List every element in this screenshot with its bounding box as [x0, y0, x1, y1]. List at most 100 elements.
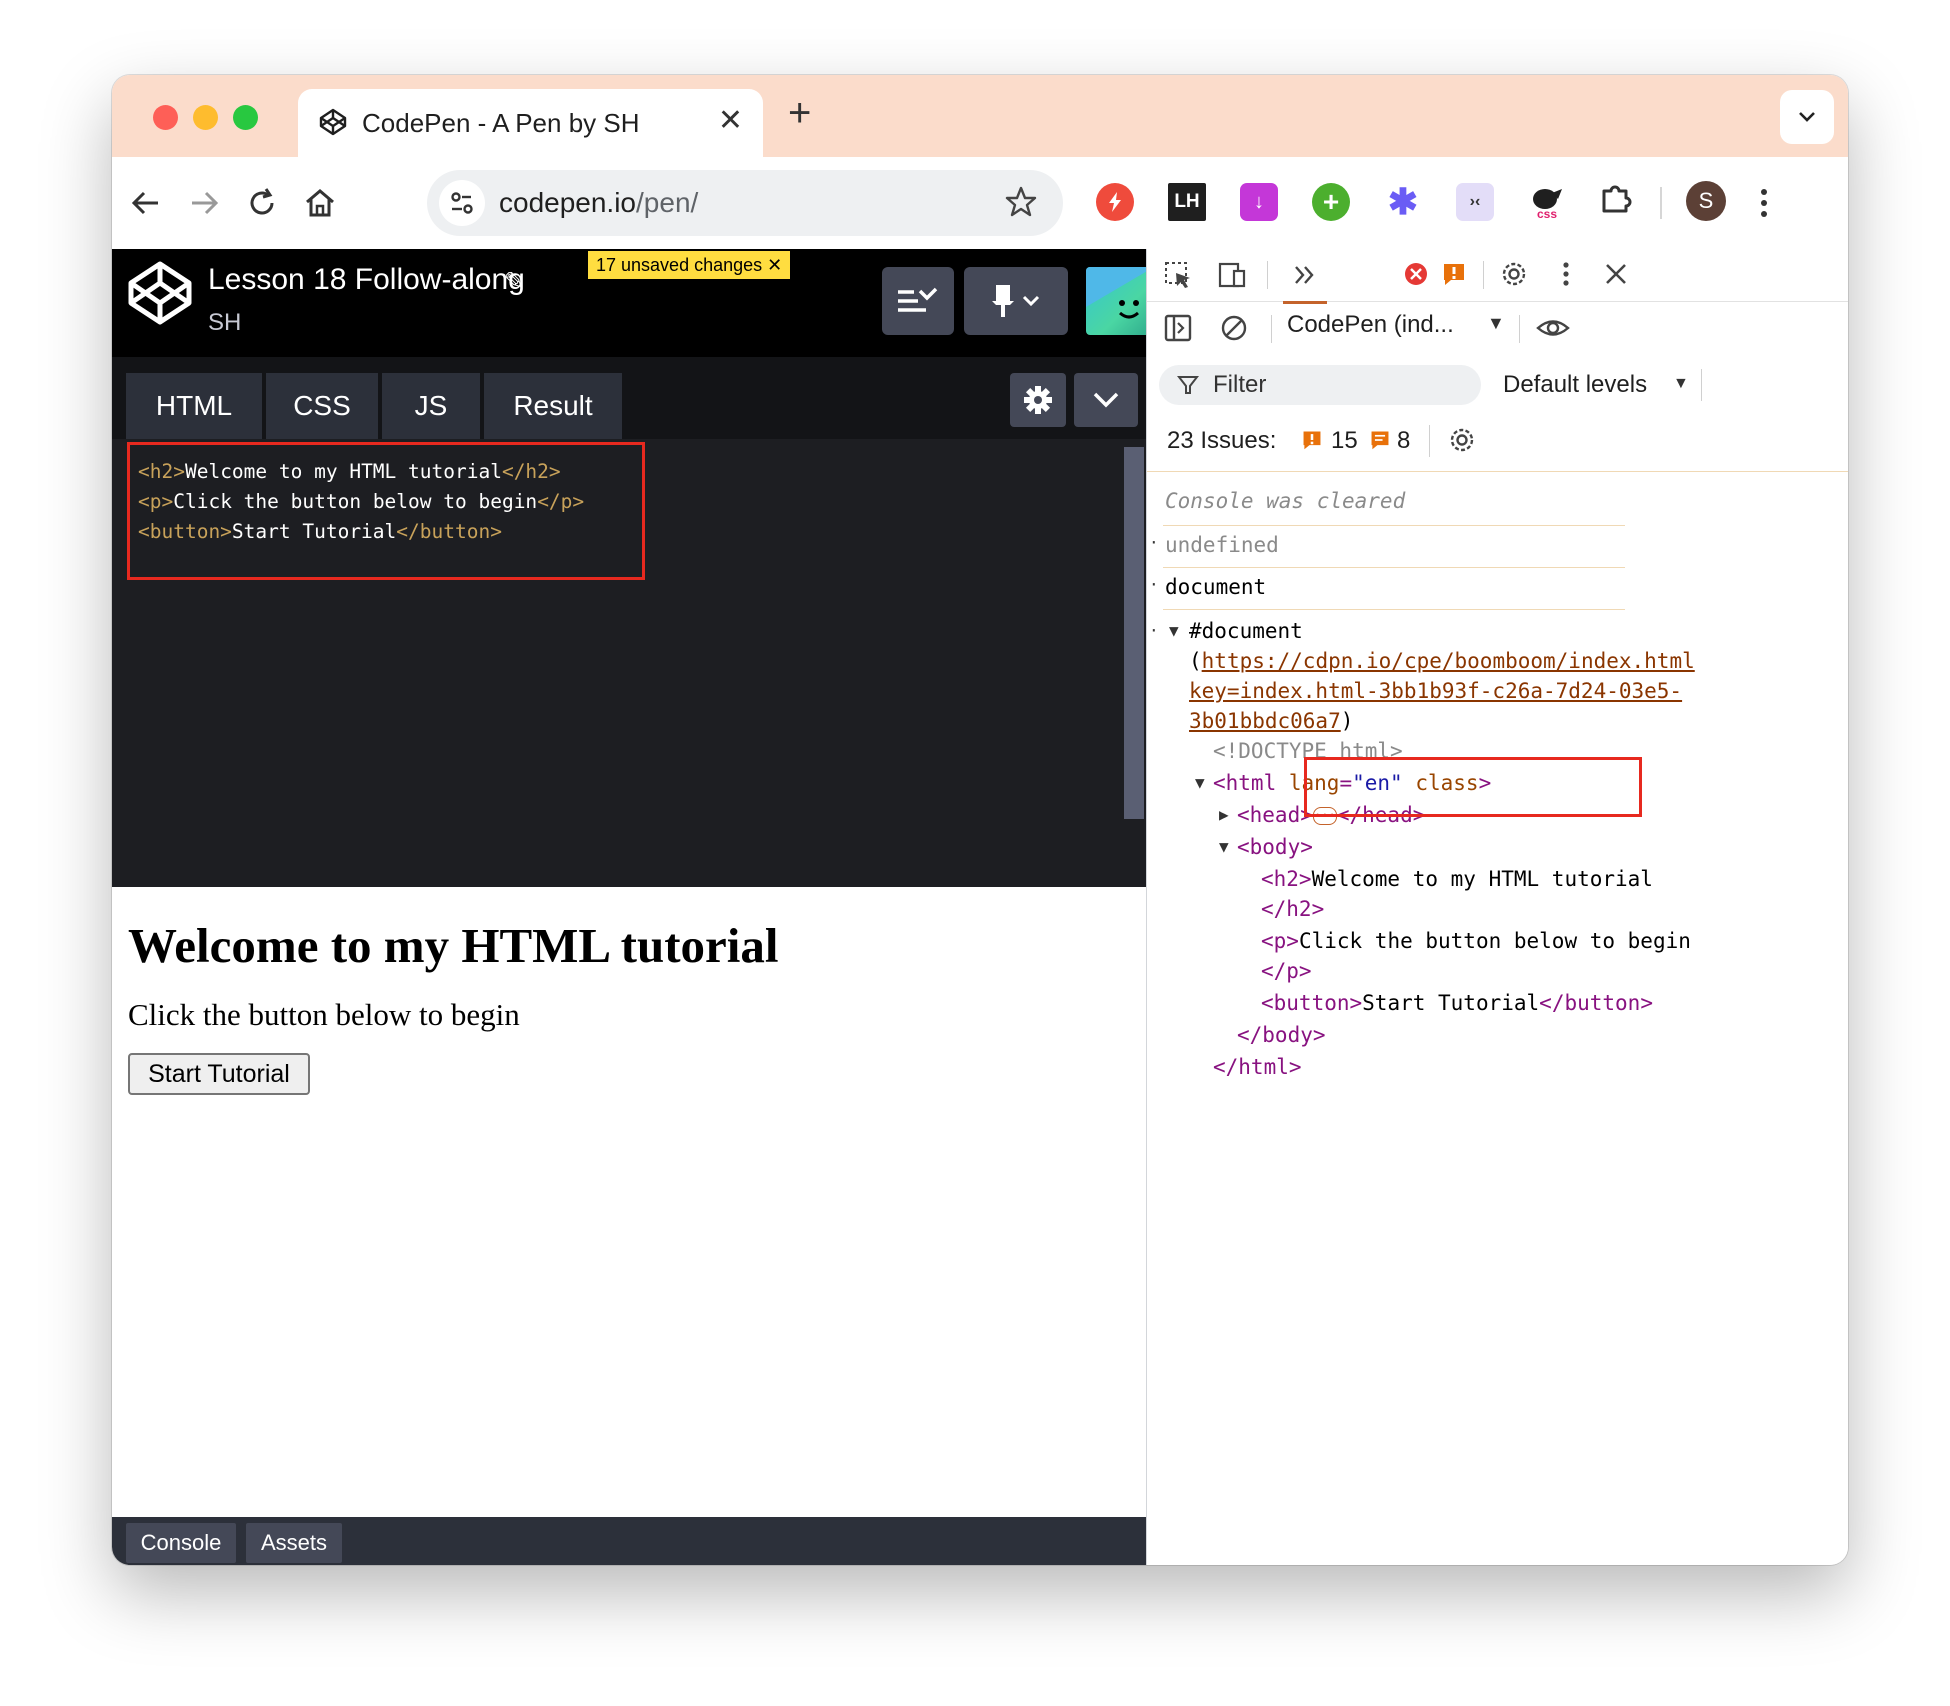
issues-label: 23 Issues:: [1167, 427, 1277, 454]
document-url-link-2[interactable]: key=index.html-3bb1b93f-c26a-7d24-03e5-: [1189, 679, 1682, 703]
body-node[interactable]: <body>: [1237, 835, 1313, 859]
browser-tab-active[interactable]: CodePen - A Pen by SH ✕: [298, 89, 763, 157]
collapsed-triangle-icon[interactable]: ▶: [1219, 805, 1229, 824]
divider: [1701, 369, 1702, 401]
profile-avatar[interactable]: S: [1686, 181, 1726, 221]
button-node[interactable]: <button>Start Tutorial</button>: [1261, 991, 1653, 1015]
pin-button[interactable]: [964, 267, 1068, 335]
device-toolbar-icon[interactable]: [1217, 260, 1247, 290]
clear-console-icon[interactable]: [1219, 313, 1249, 343]
extensions-puzzle-icon[interactable]: [1598, 179, 1634, 215]
expand-triangle-icon[interactable]: ▼: [1169, 621, 1179, 640]
devtools-toolbar: [1147, 249, 1848, 304]
document-url-line-3: 3b01bbdc06a7): [1189, 709, 1353, 733]
home-icon[interactable]: [302, 185, 338, 221]
chevron-down-icon: [1093, 392, 1119, 408]
lighthouse-extension-icon[interactable]: LH: [1168, 183, 1206, 221]
codepen-editor: Lesson 18 Follow-along ✎ 17 unsaved chan…: [112, 249, 1154, 1565]
expand-triangle-icon[interactable]: ▼: [1219, 837, 1229, 856]
issues-settings-gear-icon[interactable]: [1447, 425, 1477, 455]
url-text[interactable]: codepen.io/pen/: [499, 187, 698, 219]
settings-gear-icon[interactable]: [1499, 259, 1529, 289]
browser-window: CodePen - A Pen by SH ✕ + codepen.io/pen…: [112, 75, 1848, 1565]
codepen-header: Lesson 18 Follow-along ✎ 17 unsaved chan…: [112, 249, 1154, 357]
h2-close-tag: </h2>: [1261, 897, 1325, 921]
result-dot-icon: ·: [1149, 533, 1159, 552]
unsaved-changes-badge[interactable]: 17 unsaved changes ✕: [588, 251, 791, 279]
sidebar-toggle-icon[interactable]: [1163, 313, 1193, 343]
redirect-extension-icon[interactable]: [1096, 183, 1134, 221]
error-count-icon[interactable]: [1403, 261, 1429, 287]
warning-count-icon[interactable]: [1441, 261, 1467, 287]
divider: [1267, 261, 1268, 289]
editor-collapse-button[interactable]: [1074, 373, 1138, 427]
codepen-footer: Console Assets: [112, 1517, 1146, 1565]
tab-search-button[interactable]: [1780, 90, 1834, 144]
url-path: /pen/: [636, 187, 699, 218]
tab-result[interactable]: Result: [484, 373, 622, 439]
node-text: Welcome to my HTML tutorial: [1311, 867, 1653, 891]
editor-settings-button[interactable]: [1010, 373, 1066, 427]
back-arrow-icon[interactable]: [128, 185, 164, 221]
devtools-highlight-box: [1304, 757, 1642, 817]
tab-js[interactable]: JS: [382, 373, 480, 439]
p-node[interactable]: <p>Click the button below to begin: [1261, 929, 1691, 953]
pen-author[interactable]: SH: [208, 309, 241, 337]
warning-issue-icon: [1303, 431, 1321, 450]
editor-scrollbar[interactable]: [1124, 447, 1144, 819]
console-button[interactable]: Console: [126, 1523, 236, 1563]
codepen-favicon-icon: [319, 108, 347, 136]
result-dot-icon: ·: [1149, 621, 1159, 640]
context-selector-label: CodePen (ind...: [1287, 311, 1454, 338]
double-chevron-right-icon: [1295, 266, 1314, 284]
tab-close-icon[interactable]: ✕: [718, 103, 743, 138]
edit-pencil-icon[interactable]: ✎: [504, 267, 524, 296]
input-dot-icon: ·: [1149, 575, 1159, 594]
kebab-menu-icon[interactable]: [1551, 259, 1581, 289]
more-tabs-button[interactable]: [1283, 249, 1327, 304]
divider: [1271, 315, 1272, 343]
assets-button[interactable]: Assets: [246, 1523, 342, 1563]
address-bar[interactable]: codepen.io/pen/: [427, 170, 1063, 236]
html-close-tag: </html>: [1213, 1055, 1302, 1079]
pen-title[interactable]: Lesson 18 Follow-along: [208, 263, 525, 297]
document-url-link[interactable]: https://cdpn.io/cpe/boomboom/index.html: [1202, 649, 1695, 673]
bookmark-star-icon[interactable]: [1003, 184, 1039, 220]
close-icon[interactable]: ✕: [767, 255, 782, 275]
tag: <h2>: [1261, 867, 1312, 891]
reload-icon[interactable]: [244, 185, 280, 221]
user-avatar[interactable]: [1086, 267, 1154, 335]
document-url-link-3[interactable]: 3b01bbdc06a7: [1189, 709, 1341, 733]
forward-arrow-icon[interactable]: [186, 185, 222, 221]
more-menu-icon[interactable]: [1746, 183, 1782, 223]
new-tab-button[interactable]: +: [788, 93, 811, 133]
codepen-logo-icon[interactable]: [126, 259, 194, 327]
expand-triangle-icon[interactable]: ▼: [1195, 773, 1205, 792]
tab-css[interactable]: CSS: [266, 373, 378, 439]
h2-node[interactable]: <h2>Welcome to my HTML tutorial: [1261, 867, 1653, 891]
filter-input[interactable]: Filter: [1159, 365, 1481, 405]
console-cleared-message: Console was cleared: [1165, 489, 1406, 513]
face-extension-icon[interactable]: ›‹: [1456, 183, 1494, 221]
start-tutorial-button[interactable]: Start Tutorial: [128, 1053, 310, 1095]
css-extension-icon[interactable]: css: [1528, 183, 1566, 221]
console-toolbar: CodePen (ind... ▼: [1147, 301, 1848, 355]
inspect-element-icon[interactable]: [1163, 260, 1193, 290]
close-devtools-icon[interactable]: [1601, 259, 1631, 289]
plus-extension-icon[interactable]: +: [1312, 183, 1350, 221]
node-text: Click the button below to begin: [1298, 929, 1691, 953]
close-window-button[interactable]: [153, 105, 178, 130]
live-expression-eye-icon[interactable]: [1535, 313, 1571, 343]
css-extension-label: css: [1536, 207, 1558, 221]
document-node[interactable]: #document: [1189, 619, 1303, 643]
site-settings-button[interactable]: [439, 180, 485, 226]
download-extension-icon[interactable]: ↓: [1240, 183, 1278, 221]
maximize-window-button[interactable]: [233, 105, 258, 130]
info-issue-count: 8: [1397, 427, 1411, 454]
dropdown-triangle-icon: ▼: [1487, 313, 1505, 333]
minimize-window-button[interactable]: [193, 105, 218, 130]
warning-issue-count: 15: [1331, 427, 1358, 454]
layout-button[interactable]: [882, 267, 954, 335]
asterisk-extension-icon[interactable]: ✱: [1384, 181, 1422, 222]
tab-html[interactable]: HTML: [126, 373, 262, 439]
